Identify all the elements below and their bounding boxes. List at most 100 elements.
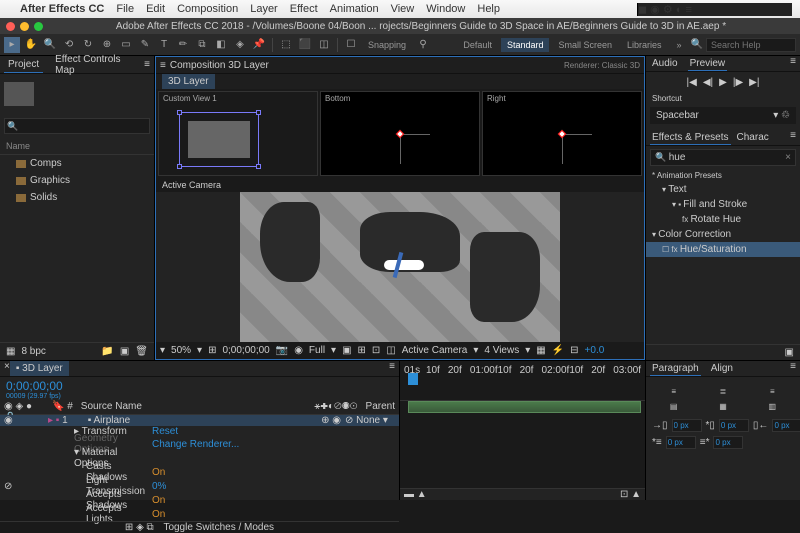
tab-preview[interactable]: Preview [688,56,728,71]
hand-tool-icon[interactable]: ✋ [23,37,39,53]
space-before-input[interactable] [666,436,696,449]
new-comp-icon[interactable]: ▣ [120,346,129,357]
channel-icon[interactable]: ◉ [294,345,303,356]
fast-icon[interactable]: ⚡ [552,345,564,356]
views-dropdown[interactable]: 4 Views [484,345,519,356]
indent-left-input[interactable] [672,419,702,432]
mag-icon[interactable]: ▾ [160,345,165,356]
menu-edit[interactable]: Edit [146,3,165,15]
zoom-dropdown[interactable]: 50% [171,345,191,356]
anchor-tool-icon[interactable]: ⊕ [99,37,115,53]
tab-paragraph[interactable]: Paragraph [650,361,701,376]
tree-text[interactable]: ▾ Text [646,182,800,197]
grid-icon[interactable]: ⊞ [358,345,366,356]
first-frame-icon[interactable]: |◀ [687,77,697,88]
justify-left-icon[interactable]: ▤ [650,400,697,413]
comp-pill[interactable]: 3D Layer [162,74,215,89]
res-icon[interactable]: ⊞ [208,345,216,356]
tab-audio[interactable]: Audio [650,56,680,71]
snapping-label[interactable]: Snapping [362,38,412,52]
ws-default[interactable]: Default [457,38,498,52]
roi-icon[interactable]: ▣ [342,345,351,356]
axis-view-icon[interactable]: ◫ [316,37,332,53]
help-search-input[interactable] [706,38,796,52]
tree-hue-saturation[interactable]: ☐ fx Hue/Saturation [646,242,800,257]
ws-standard[interactable]: Standard [501,38,550,52]
timeline-tab[interactable]: ▪ 3D Layer [10,361,69,376]
justify-right-icon[interactable]: ▥ [749,400,796,413]
effects-search-input[interactable]: 🔍 hue× [650,149,796,166]
tree-color-correction[interactable]: ▾ Color Correction [646,227,800,242]
layer-row[interactable]: ◉ ▸ ▪ 1 ▪ Airplane ⊕ ◉ ⊘ None ▾ [0,415,399,426]
folder-comps[interactable]: Comps [0,155,154,172]
comp-btn-icon[interactable]: ⊡ ▲ [620,489,641,500]
project-search-input[interactable] [4,118,150,134]
new-folder-icon[interactable]: 📁 [101,346,113,357]
axis-local-icon[interactable]: ⬚ [278,37,294,53]
airplane-layer[interactable] [384,260,424,270]
indent-first-input[interactable] [719,419,749,432]
snapshot-icon[interactable]: 📷 [276,345,288,356]
minimize-button[interactable] [20,22,29,31]
pen-tool-icon[interactable]: ✎ [137,37,153,53]
main-viewport[interactable] [156,192,644,342]
last-frame-icon[interactable]: ▶| [749,77,759,88]
clone-tool-icon[interactable]: ⧉ [194,37,210,53]
align-left-icon[interactable]: ≡ [650,385,697,398]
axis-world-icon[interactable]: ⬛ [297,37,313,53]
src-header[interactable]: Source Name [81,401,142,414]
next-frame-icon[interactable]: |▶ [733,77,743,88]
interpret-icon[interactable]: ▦ [6,346,15,357]
ws-small[interactable]: Small Screen [552,38,618,52]
zoom-button[interactable] [34,22,43,31]
trash-icon[interactable]: 🗑 [135,346,148,357]
parent-dropdown[interactable]: ⊘ None ▾ [345,415,395,426]
panel-menu-icon[interactable]: ≡ [790,361,796,376]
prev-frame-icon[interactable]: ◀| [703,77,713,88]
close-button[interactable] [6,22,15,31]
brush-tool-icon[interactable]: ✏ [175,37,191,53]
snap-opt-icon[interactable]: ⚲ [415,37,431,53]
panel-menu-icon[interactable]: ≡ [790,130,796,145]
new-bin-icon[interactable]: ▣ [785,347,794,358]
rect-tool-icon[interactable]: ▭ [118,37,134,53]
renderer-label[interactable]: Renderer: Classic 3D [564,61,640,70]
parent-header[interactable]: Parent [366,401,395,414]
zoom-tool-icon[interactable]: 🔍 [42,37,58,53]
layer-wireframe[interactable] [179,112,259,167]
menu-effect[interactable]: Effect [290,3,318,15]
view-bottom[interactable]: Bottom [320,91,480,176]
selection-tool-icon[interactable]: ▸ [4,37,20,53]
tab-character[interactable]: Charac [735,130,771,145]
tab-effects-presets[interactable]: Effects & Presets [650,130,731,145]
orbit-tool-icon[interactable]: ⟲ [61,37,77,53]
menu-window[interactable]: Window [426,3,465,15]
timecode[interactable]: 0;00;00;00 [6,379,393,393]
time-display[interactable]: 0;00;00;00 [222,345,269,356]
eraser-tool-icon[interactable]: ◧ [213,37,229,53]
tab-project[interactable]: Project [4,57,43,73]
panel-menu-icon[interactable]: ≡ [790,56,796,71]
guides-icon[interactable]: ⊡ [372,345,380,356]
ws-more-icon[interactable]: » [671,38,688,52]
menu-composition[interactable]: Composition [177,3,238,15]
exposure[interactable]: +0.0 [585,345,605,356]
name-column-header[interactable]: Name [0,138,154,155]
folder-solids[interactable]: Solids [0,189,154,206]
res-dropdown[interactable]: Full [309,345,325,356]
panel-menu-icon[interactable]: ≡ [144,59,150,70]
rotate-tool-icon[interactable]: ↻ [80,37,96,53]
comp-tab[interactable]: Composition 3D Layer [170,60,269,71]
timeline-graph[interactable]: 01s10f20f01:00f10f20f02:00f10f20f03:00f … [400,361,645,500]
view-right[interactable]: Right [482,91,642,176]
zoom-out-icon[interactable]: ▬ ▲ [404,489,427,500]
play-icon[interactable]: ▶ [719,77,727,88]
space-after-input[interactable] [713,436,743,449]
ws-libraries[interactable]: Libraries [621,38,668,52]
mask-icon[interactable]: ◫ [386,345,395,356]
menu-layer[interactable]: Layer [250,3,278,15]
snap-icon[interactable]: ☐ [343,37,359,53]
toggle-switches[interactable]: Toggle Switches / Modes [163,522,274,533]
frame-blend-icon[interactable]: ⊞ ◈ ⧉ [125,522,154,533]
timeline-icon[interactable]: ⊟ [570,345,578,356]
